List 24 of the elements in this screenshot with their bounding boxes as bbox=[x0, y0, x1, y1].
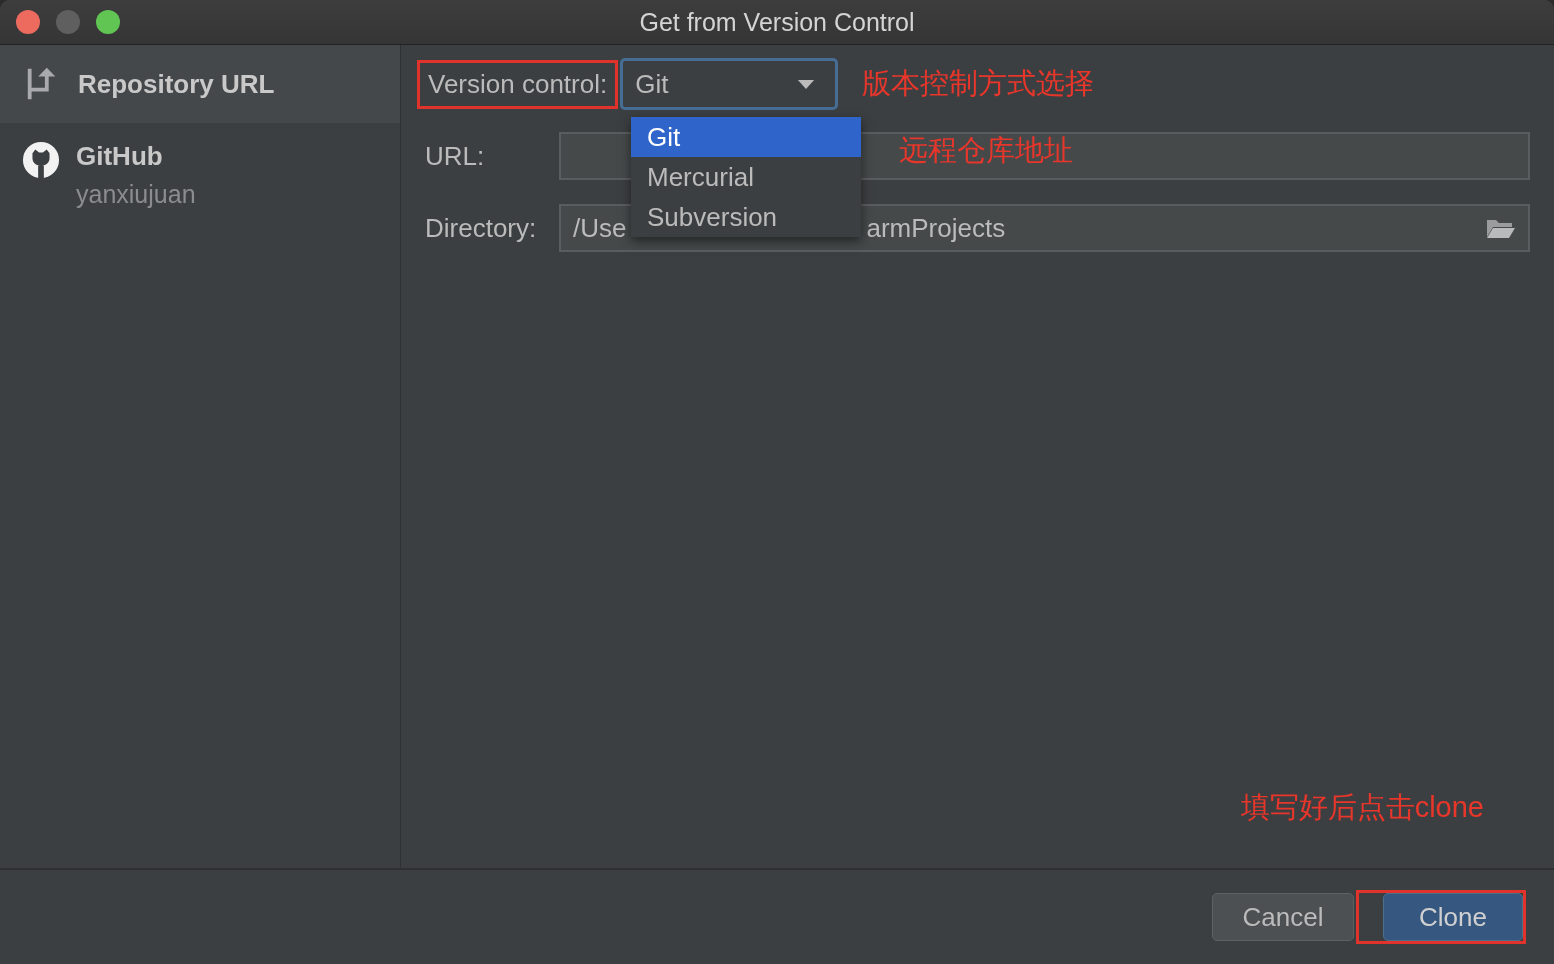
field-label: URL: bbox=[424, 139, 486, 173]
dialog-button[interactable]: Clone bbox=[1383, 893, 1523, 941]
close-button[interactable] bbox=[16, 10, 40, 34]
zoom-button[interactable] bbox=[96, 10, 120, 34]
dropdown-option[interactable]: Git bbox=[631, 117, 861, 157]
octocat-icon bbox=[22, 141, 60, 179]
dropdown-option[interactable]: Mercurial bbox=[631, 157, 861, 197]
version-control-dropdown[interactable]: Git bbox=[620, 58, 839, 110]
sidebar-item-label: GitHub bbox=[76, 141, 164, 172]
sidebar-item[interactable]: GitHub yanxiujuan bbox=[0, 123, 400, 227]
annotation-text: 远程仓库地址 bbox=[899, 133, 1073, 168]
annotation-text: 版本控制方式选择 bbox=[862, 66, 1095, 101]
dialog-button[interactable]: Cancel bbox=[1212, 893, 1354, 941]
sidebar-item[interactable]: Repository URL bbox=[0, 45, 400, 123]
account-name: yanxiujuan bbox=[76, 180, 196, 209]
annotation-text: 填写好后点击clone bbox=[1240, 790, 1484, 825]
sidebar-item-label: Repository URL bbox=[78, 68, 275, 100]
field-label: Directory: bbox=[424, 211, 538, 245]
folder-icon bbox=[1486, 217, 1516, 239]
field-value: armProjects bbox=[866, 212, 1006, 244]
field-label: Version control: bbox=[417, 59, 619, 109]
caret-icon bbox=[797, 78, 816, 90]
field-value: /Use bbox=[573, 212, 627, 244]
window-title: Get from Version Control bbox=[638, 7, 916, 37]
